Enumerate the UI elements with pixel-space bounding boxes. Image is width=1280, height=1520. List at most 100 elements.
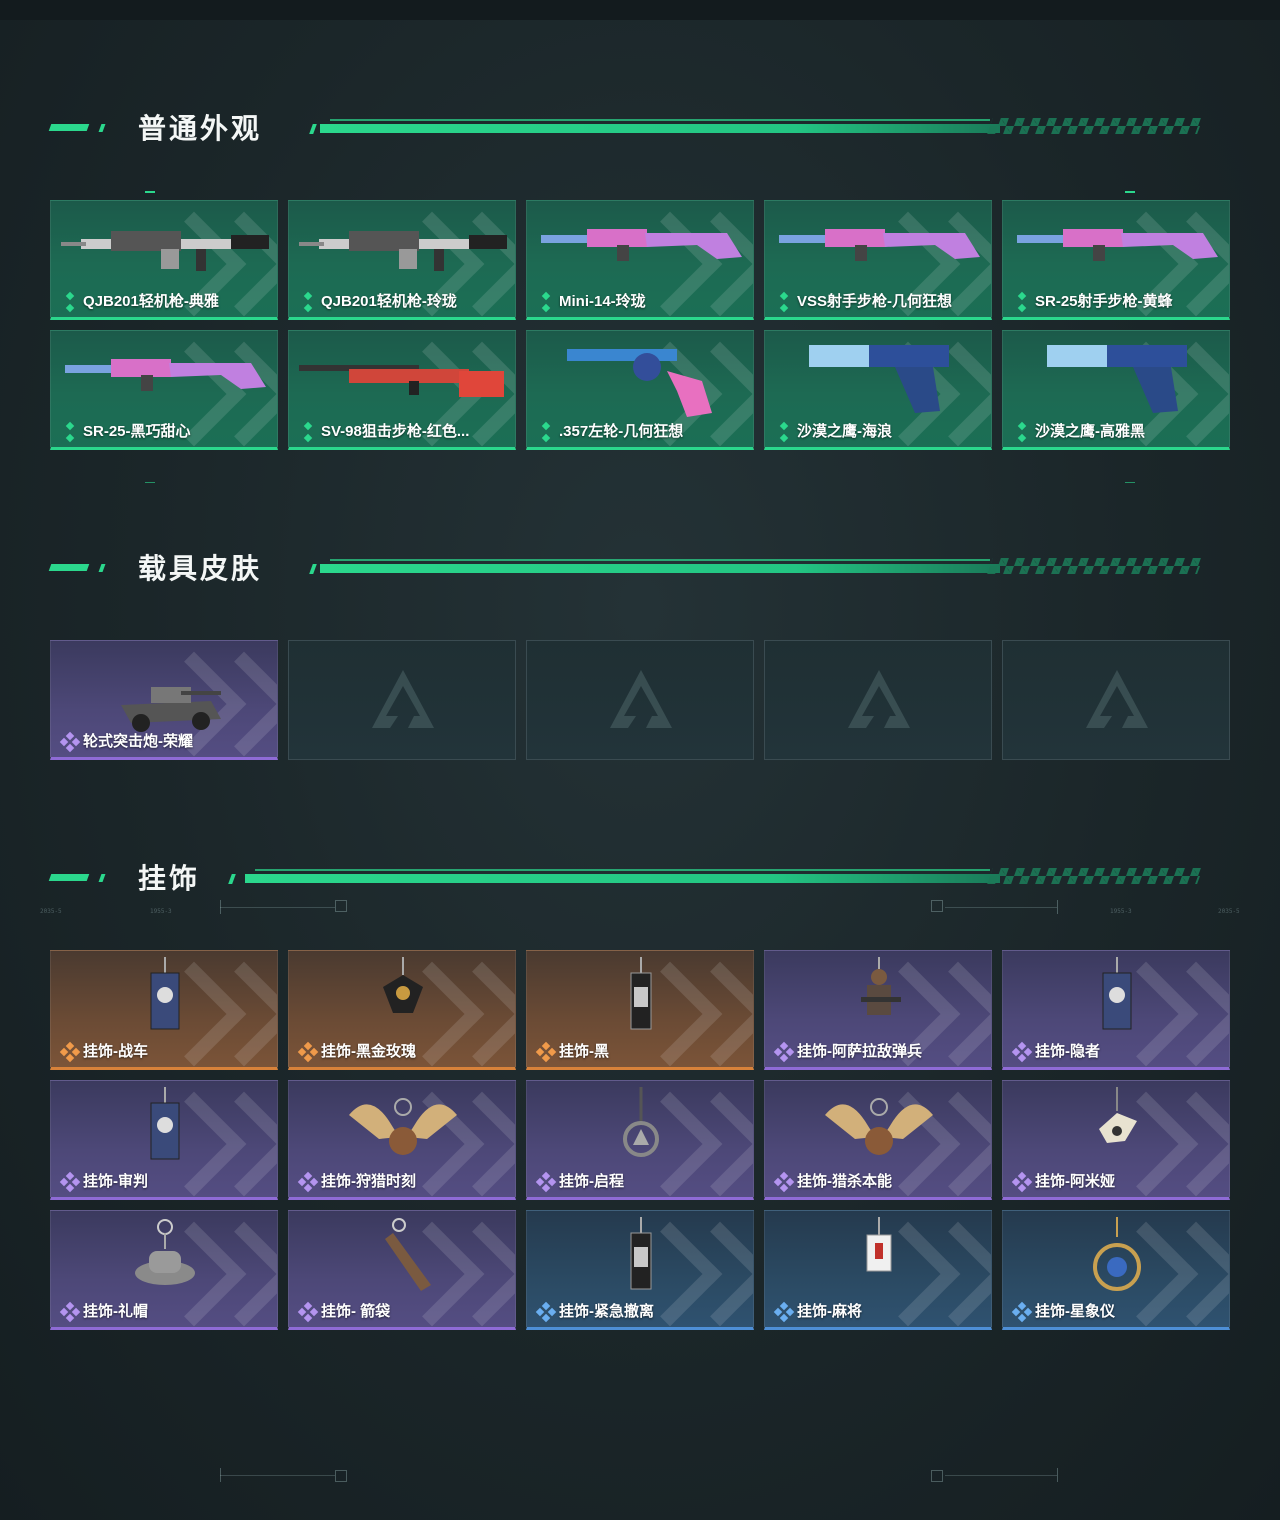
item-card[interactable]: VSS射手步枪-几何狂想 xyxy=(764,200,992,320)
decor-text: 1955-3 xyxy=(1110,908,1132,915)
rarity-diamond-icon xyxy=(61,421,79,443)
header-accent-bar xyxy=(48,564,90,571)
header-accent-slash xyxy=(98,124,106,132)
machine-gun-icon xyxy=(299,231,507,271)
header-accent-slash xyxy=(98,874,106,882)
header-accent-slash xyxy=(228,874,236,884)
rarity-diamond-icon xyxy=(773,1041,795,1063)
rarity-diamond-icon xyxy=(59,1041,81,1063)
header-accent-bar xyxy=(48,124,90,131)
astrolabe-charm-icon xyxy=(1093,1217,1141,1291)
item-card[interactable]: 挂饰-阿萨拉敌弹兵 xyxy=(764,950,992,1070)
header-progress-line xyxy=(320,124,1000,133)
item-card[interactable]: 挂饰-黑金玫瑰 xyxy=(288,950,516,1070)
header-thin-line xyxy=(330,119,990,121)
decor-tick xyxy=(220,900,221,914)
item-card[interactable]: 轮式突击炮-荣耀 xyxy=(50,640,278,760)
decor-square xyxy=(931,1470,943,1482)
header-checker-pattern xyxy=(987,118,1203,134)
item-card[interactable]: 挂饰-礼帽 xyxy=(50,1210,278,1330)
pistol-icon xyxy=(809,345,949,413)
item-label: 挂饰-礼帽 xyxy=(83,1303,148,1320)
top-bar xyxy=(0,0,1280,20)
header-progress-line xyxy=(320,564,1000,573)
item-card[interactable]: 挂饰-阿米娅 xyxy=(1002,1080,1230,1200)
card-charm-icon xyxy=(1102,957,1132,1030)
decor-text: 1955-3 xyxy=(150,908,172,915)
item-label: 挂饰-战车 xyxy=(83,1043,148,1060)
item-label: 挂饰-麻将 xyxy=(797,1303,862,1320)
item-card[interactable]: Mini-14-玲珑 xyxy=(526,200,754,320)
item-label: SR-25-黑巧甜心 xyxy=(83,423,191,440)
section-title: 挂饰 xyxy=(138,863,201,894)
machine-gun-icon xyxy=(61,231,269,271)
decor-tick xyxy=(1057,1468,1058,1482)
antler-charm-icon xyxy=(349,1098,457,1155)
item-card[interactable]: 挂饰-猎杀本能 xyxy=(764,1080,992,1200)
item-card[interactable]: 挂饰- 箭袋 xyxy=(288,1210,516,1330)
item-card[interactable]: 挂饰-狩猎时刻 xyxy=(288,1080,516,1200)
item-label: QJB201轻机枪-典雅 xyxy=(83,293,219,310)
item-card[interactable]: SR-25射手步枪-黄蜂 xyxy=(1002,200,1230,320)
soldier-charm-icon xyxy=(861,957,901,1015)
rarity-diamond-icon xyxy=(1011,1301,1033,1323)
rifle-icon xyxy=(65,359,266,391)
quiver-charm-icon xyxy=(385,1218,431,1291)
header-accent-slash xyxy=(98,564,106,572)
tag-charm-icon xyxy=(630,1217,652,1290)
decor-tick xyxy=(1057,900,1058,914)
item-label: SR-25射手步枪-黄蜂 xyxy=(1035,293,1173,310)
item-card[interactable]: 挂饰-紧急撤离 xyxy=(526,1210,754,1330)
item-label: 挂饰-隐者 xyxy=(1035,1043,1100,1060)
header-accent-slash xyxy=(309,564,317,574)
item-card[interactable]: 挂饰-战车 xyxy=(50,950,278,1070)
empty-slot xyxy=(1002,640,1230,760)
item-card[interactable]: 挂饰-黑 xyxy=(526,950,754,1070)
rarity-diamond-icon xyxy=(297,1041,319,1063)
decor-line xyxy=(945,1475,1057,1476)
rarity-diamond-icon xyxy=(59,1301,81,1323)
header-thin-line xyxy=(330,559,990,561)
item-card[interactable]: 挂饰-隐者 xyxy=(1002,950,1230,1070)
header-accent-bar xyxy=(48,874,90,881)
header-thin-line xyxy=(255,869,990,871)
item-card[interactable]: 挂饰-星象仪 xyxy=(1002,1210,1230,1330)
delta-logo-icon xyxy=(848,670,910,728)
empty-slot xyxy=(526,640,754,760)
rarity-diamond-icon xyxy=(775,421,793,443)
rarity-diamond-icon xyxy=(773,1301,795,1323)
delta-logo-icon xyxy=(610,670,672,728)
decor-line xyxy=(220,1475,335,1476)
rifle-icon xyxy=(1017,229,1218,261)
pistol-icon xyxy=(1047,345,1187,413)
item-card[interactable]: 挂饰-启程 xyxy=(526,1080,754,1200)
delta-logo-icon xyxy=(372,670,434,728)
armored-vehicle-icon xyxy=(121,687,221,732)
item-card[interactable]: 沙漠之鹰-海浪 xyxy=(764,330,992,450)
item-card[interactable]: SV-98狙击步枪-红色... xyxy=(288,330,516,450)
hat-charm-icon xyxy=(135,1219,195,1285)
item-label: 挂饰-审判 xyxy=(83,1173,148,1190)
rarity-diamond-icon xyxy=(537,421,555,443)
rarity-diamond-icon xyxy=(773,1171,795,1193)
decor-text: 2035-5 xyxy=(40,908,62,915)
rarity-diamond-icon xyxy=(1013,421,1031,443)
item-label: 挂饰-黑 xyxy=(559,1043,609,1060)
item-card[interactable]: .357左轮-几何狂想 xyxy=(526,330,754,450)
item-label: SV-98狙击步枪-红色... xyxy=(321,423,470,440)
item-card[interactable]: QJB201轻机枪-典雅 xyxy=(50,200,278,320)
decor-mark xyxy=(1125,191,1135,193)
delta-logo-icon xyxy=(1086,670,1148,728)
item-card[interactable]: 沙漠之鹰-高雅黑 xyxy=(1002,330,1230,450)
item-card[interactable]: 挂饰-麻将 xyxy=(764,1210,992,1330)
rarity-diamond-icon xyxy=(1013,291,1031,313)
header-checker-pattern xyxy=(987,558,1203,574)
item-label: 挂饰-星象仪 xyxy=(1035,1303,1115,1320)
rarity-diamond-icon xyxy=(775,291,793,313)
item-label: 沙漠之鹰-海浪 xyxy=(797,423,892,440)
item-card[interactable]: 挂饰-审判 xyxy=(50,1080,278,1200)
decor-mark xyxy=(145,191,155,193)
decor-line xyxy=(945,907,1057,908)
item-card[interactable]: QJB201轻机枪-玲珑 xyxy=(288,200,516,320)
item-card[interactable]: SR-25-黑巧甜心 xyxy=(50,330,278,450)
